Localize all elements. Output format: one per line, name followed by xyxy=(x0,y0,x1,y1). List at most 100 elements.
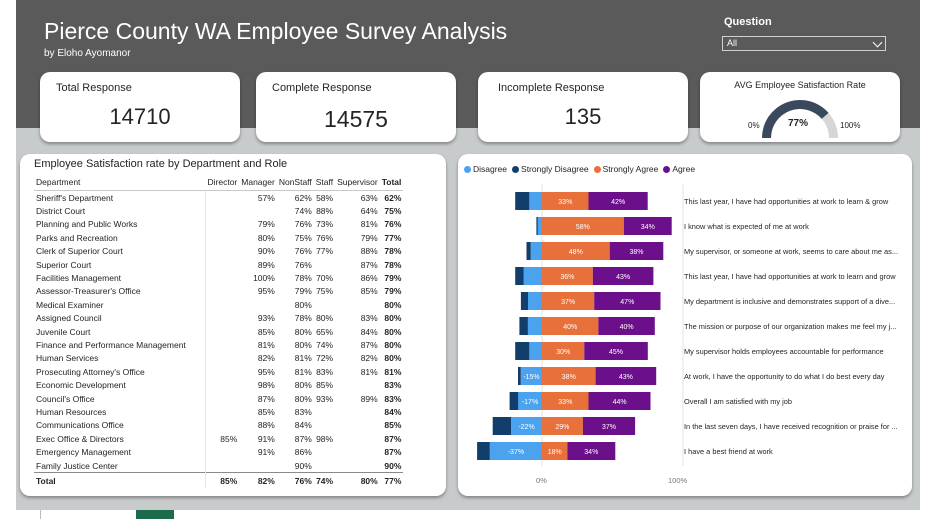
rate-cell: 83% xyxy=(294,406,312,417)
department-cell: Total xyxy=(34,472,206,489)
rate-cell xyxy=(239,204,277,217)
disagree-bar[interactable] xyxy=(529,192,542,210)
strongly-disagree-bar[interactable] xyxy=(519,317,528,335)
strongly-disagree-bar[interactable] xyxy=(515,267,524,285)
rate-cell: 75% xyxy=(384,206,402,217)
data-label: 33% xyxy=(558,199,572,206)
table-row[interactable]: Economic Development 98% 80% 85% 83% xyxy=(34,378,403,392)
strongly-disagree-bar[interactable] xyxy=(492,417,511,435)
complete-response-card: Complete Response 14575 xyxy=(256,72,456,142)
rate-cell xyxy=(206,271,240,284)
department-cell: Assigned Council xyxy=(34,311,206,325)
column-header[interactable]: NonStaff xyxy=(276,174,314,191)
disagree-bar[interactable] xyxy=(527,292,542,310)
chevron-down-icon xyxy=(872,37,883,48)
table-row[interactable]: District Court 74% 88% 64% 75% xyxy=(34,204,403,218)
rate-cell: 76% xyxy=(294,259,312,270)
strongly-disagree-bar[interactable] xyxy=(526,242,531,260)
column-header[interactable]: Department xyxy=(34,174,206,191)
table-row[interactable]: Superior Court 89% 76% 87% 78% xyxy=(34,257,403,272)
strongly-disagree-bar[interactable] xyxy=(509,392,519,410)
rate-cell: 98% xyxy=(316,433,334,444)
disagree-bar[interactable] xyxy=(537,217,542,235)
table-row[interactable]: Sheriff's Department 57% 62% 58% 63% 62% xyxy=(34,190,403,205)
strongly-disagree-bar[interactable] xyxy=(536,217,538,235)
question-slicer-value: All xyxy=(727,38,738,48)
column-header[interactable]: Director xyxy=(205,174,240,191)
rate-cell: 78% xyxy=(384,246,402,257)
table-row[interactable]: Facilities Management 100% 78% 70% 86% 79% xyxy=(34,271,403,285)
department-cell: Juvenile Court xyxy=(34,324,206,339)
column-header[interactable]: Total xyxy=(379,174,404,191)
rate-cell: 75% xyxy=(294,232,312,243)
strongly-disagree-bar[interactable] xyxy=(520,292,528,310)
rate-cell: 83% xyxy=(360,313,378,324)
disagree-bar[interactable] xyxy=(529,342,542,360)
rate-cell xyxy=(206,338,240,351)
rate-cell: 100% xyxy=(253,273,275,284)
rate-cell: 76% xyxy=(384,219,402,230)
rate-cell: 79% xyxy=(360,232,378,243)
strongly-disagree-bar[interactable] xyxy=(515,192,530,210)
table-row[interactable]: Prosecuting Attorney's Office 95% 81% 83% 81… xyxy=(34,365,403,379)
rate-cell: 85% xyxy=(257,406,275,417)
table-row[interactable]: Medical Examiner 80% 80% xyxy=(34,298,403,312)
table-row[interactable]: Clerk of Superior Court 90% 76% 77% 88% 78% xyxy=(34,244,403,258)
rate-cell: 70% xyxy=(316,273,334,284)
column-header[interactable]: Supervisor xyxy=(335,174,380,191)
disagree-bar[interactable] xyxy=(530,242,542,260)
column-header[interactable]: Staff xyxy=(313,174,336,191)
disagree-bar[interactable] xyxy=(523,267,542,285)
rate-cell: 77% xyxy=(384,232,402,243)
data-label: 43% xyxy=(619,374,633,381)
page-tab[interactable] xyxy=(136,510,174,519)
data-label: 43% xyxy=(616,274,630,281)
x-axis-tick-label: 100% xyxy=(668,476,688,485)
table-row[interactable]: Juvenile Court 85% 80% 65% 84% 80% xyxy=(34,324,403,339)
table-row[interactable]: Finance and Performance Management 81% 80%… xyxy=(34,338,403,352)
table-row[interactable]: Assessor-Treasurer's Office 95% 79% 75% 85% 7… xyxy=(34,284,403,299)
rate-cell: 80% xyxy=(294,339,312,350)
disagree-bar[interactable] xyxy=(527,317,542,335)
table-row[interactable]: Human Services 82% 81% 72% 82% 80% xyxy=(34,351,403,366)
rate-cell: 86% xyxy=(294,447,312,458)
rate-cell xyxy=(206,352,240,365)
strongly-disagree-bar[interactable] xyxy=(515,342,530,360)
table-row[interactable]: Council's Office 87% 80% 93% 89% 83% xyxy=(34,391,403,406)
rate-cell: 93% xyxy=(316,393,334,404)
table-row[interactable]: Emergency Management 91% 86% 87% xyxy=(34,445,403,459)
rate-cell: 80% xyxy=(294,380,312,391)
column-header[interactable]: Manager xyxy=(239,174,277,191)
rate-cell: 58% xyxy=(316,192,334,203)
table-row[interactable]: Family Justice Center 90% 90% xyxy=(34,458,403,473)
rate-cell xyxy=(335,298,380,311)
rate-cell xyxy=(206,298,240,311)
rate-cell xyxy=(206,445,240,458)
table-row[interactable]: Assigned Council 93% 78% 80% 83% 80% xyxy=(34,311,403,325)
rate-cell: 85% xyxy=(220,433,238,444)
rate-cell: 81% xyxy=(294,353,312,364)
rate-cell: 85% xyxy=(257,326,275,337)
page-subtitle: by Eloho Ayomanor xyxy=(44,48,131,59)
rate-cell: 78% xyxy=(294,313,312,324)
rate-cell xyxy=(335,432,380,445)
rate-cell xyxy=(314,459,335,473)
department-cell: Assessor-Treasurer's Office xyxy=(34,284,206,299)
question-slicer-dropdown[interactable]: All xyxy=(722,36,886,51)
rate-cell xyxy=(206,218,240,231)
rate-cell xyxy=(335,419,380,432)
table-row[interactable]: Parks and Recreation 80% 75% 76% 79% 77% xyxy=(34,231,403,245)
rate-cell: 62% xyxy=(384,192,402,203)
strongly-disagree-bar[interactable] xyxy=(518,367,521,385)
table-row[interactable]: Planning and Public Works 79% 76% 73% 81% 76% xyxy=(34,217,403,232)
rate-cell: 83% xyxy=(384,380,402,391)
strongly-disagree-bar[interactable] xyxy=(477,442,490,460)
table-row[interactable]: Human Resources 85% 83% 84% xyxy=(34,405,403,419)
rate-cell: 88% xyxy=(360,246,378,257)
department-cell: Sheriff's Department xyxy=(34,190,206,205)
table-total-row[interactable]: Total 85% 82% 76% 74% 80% 77% xyxy=(34,472,404,489)
table-row[interactable]: Communications Office 88% 84% 85% xyxy=(34,418,403,433)
rate-cell: 87% xyxy=(294,433,312,444)
table-row[interactable]: Exec Office & Directors 85% 91% 87% 98% 87% xyxy=(34,432,403,446)
data-label: 42% xyxy=(611,199,625,206)
